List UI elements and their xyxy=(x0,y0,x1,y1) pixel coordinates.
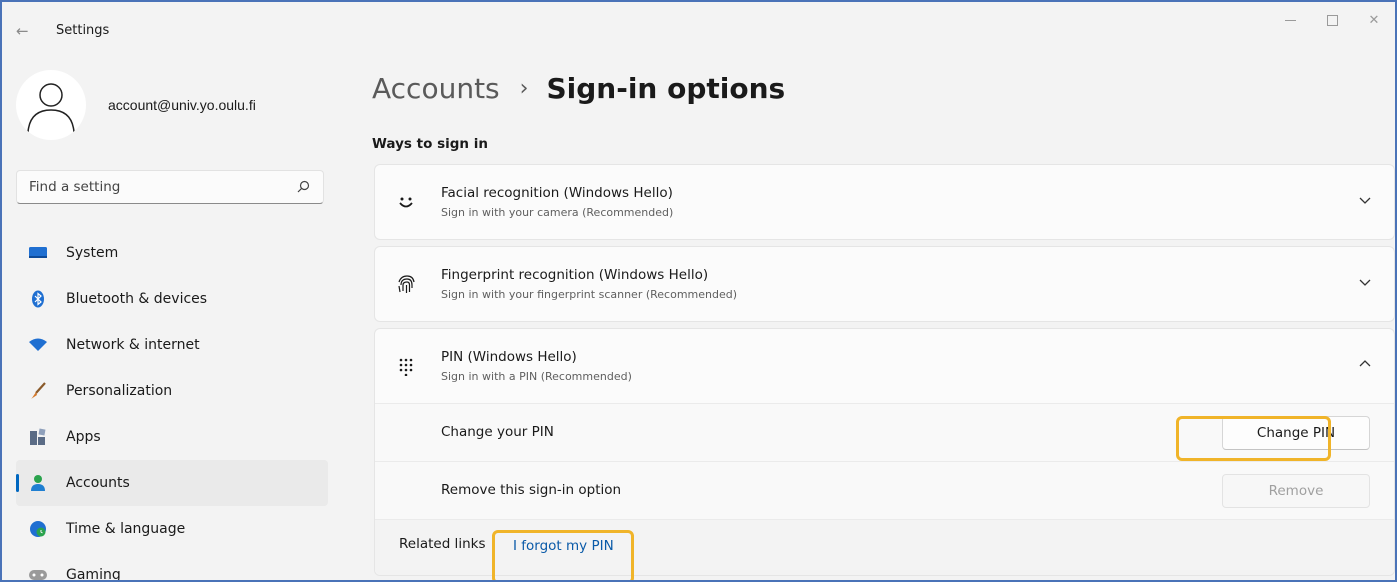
change-pin-row: Change your PIN Change PIN xyxy=(375,403,1394,461)
remove-pin-row: Remove this sign-in option Remove xyxy=(375,461,1394,519)
bluetooth-icon xyxy=(28,289,48,309)
facial-recognition-row[interactable]: Facial recognition (Windows Hello) Sign … xyxy=(375,165,1394,239)
change-pin-label: Change your PIN xyxy=(441,424,554,440)
section-title: Ways to sign in xyxy=(372,136,488,152)
minimize-icon xyxy=(1284,19,1296,21)
brush-icon xyxy=(28,381,48,401)
back-arrow-icon[interactable]: ← xyxy=(16,22,29,40)
sidebar-item-label: Accounts xyxy=(66,475,130,491)
facial-recognition-card[interactable]: Facial recognition (Windows Hello) Sign … xyxy=(374,164,1395,240)
sidebar: account@univ.yo.oulu.fi System Bluetooth… xyxy=(2,60,342,582)
sidebar-item-bluetooth[interactable]: Bluetooth & devices xyxy=(16,276,328,322)
sidebar-item-label: Gaming xyxy=(66,567,121,582)
title-bar: ← Settings ✕ xyxy=(2,2,1395,60)
sidebar-nav: System Bluetooth & devices Network & int… xyxy=(16,230,328,582)
search-input[interactable] xyxy=(17,171,287,203)
user-icon xyxy=(27,83,75,133)
option-title: Fingerprint recognition (Windows Hello) xyxy=(441,267,709,283)
option-subtitle: Sign in with your camera (Recommended) xyxy=(441,206,674,219)
option-subtitle: Sign in with a PIN (Recommended) xyxy=(441,370,632,383)
chevron-up-icon[interactable] xyxy=(1358,357,1372,371)
pin-card: PIN (Windows Hello) Sign in with a PIN (… xyxy=(374,328,1395,576)
breadcrumb-parent[interactable]: Accounts xyxy=(372,72,500,105)
close-button[interactable]: ✕ xyxy=(1353,10,1395,30)
sidebar-item-label: Network & internet xyxy=(66,337,200,353)
sidebar-item-system[interactable]: System xyxy=(16,230,328,276)
active-indicator xyxy=(16,474,19,492)
system-icon xyxy=(28,243,48,263)
option-subtitle: Sign in with your fingerprint scanner (R… xyxy=(441,288,738,301)
sidebar-item-label: Apps xyxy=(66,429,101,445)
window-controls: ✕ xyxy=(1269,10,1395,30)
maximize-icon xyxy=(1326,14,1338,26)
remove-button[interactable]: Remove xyxy=(1222,474,1370,508)
sidebar-item-personalization[interactable]: Personalization xyxy=(16,368,328,414)
sidebar-item-label: System xyxy=(66,245,119,261)
account-email: account@univ.yo.oulu.fi xyxy=(108,97,256,113)
main-content: Accounts › Sign-in options Ways to sign … xyxy=(372,60,1395,580)
remove-pin-label: Remove this sign-in option xyxy=(441,482,622,498)
page-title: Sign-in options xyxy=(546,72,786,105)
keypad-icon xyxy=(393,353,419,379)
accounts-icon xyxy=(28,473,48,493)
maximize-button[interactable] xyxy=(1311,10,1353,30)
option-title: PIN (Windows Hello) xyxy=(441,349,577,365)
sidebar-item-network[interactable]: Network & internet xyxy=(16,322,328,368)
sidebar-item-gaming[interactable]: Gaming xyxy=(16,552,328,582)
sidebar-item-label: Time & language xyxy=(66,521,186,537)
avatar xyxy=(16,70,86,140)
sidebar-item-label: Bluetooth & devices xyxy=(66,291,208,307)
fingerprint-recognition-card[interactable]: Fingerprint recognition (Windows Hello) … xyxy=(374,246,1395,322)
chevron-down-icon[interactable] xyxy=(1358,275,1372,289)
window-title: Settings xyxy=(56,23,110,38)
sidebar-item-time-language[interactable]: Time & language xyxy=(16,506,328,552)
change-pin-button[interactable]: Change PIN xyxy=(1222,416,1370,450)
sidebar-item-label: Personalization xyxy=(66,383,173,399)
option-title: Facial recognition (Windows Hello) xyxy=(441,185,673,201)
close-icon: ✕ xyxy=(1368,12,1380,28)
wifi-icon xyxy=(28,335,48,355)
fingerprint-icon xyxy=(393,271,419,297)
apps-icon xyxy=(28,427,48,447)
related-links-row: Related links I forgot my PIN xyxy=(375,519,1394,575)
chevron-down-icon[interactable] xyxy=(1358,193,1372,207)
forgot-pin-link[interactable]: I forgot my PIN xyxy=(513,538,614,554)
settings-window: ← Settings ✕ account@univ.yo.oulu.fi Fin… xyxy=(0,0,1397,582)
breadcrumb: Accounts › Sign-in options xyxy=(372,72,785,105)
minimize-button[interactable] xyxy=(1269,10,1311,30)
smiley-face-icon xyxy=(393,189,419,215)
search-icon[interactable] xyxy=(295,179,311,195)
fingerprint-recognition-row[interactable]: Fingerprint recognition (Windows Hello) … xyxy=(375,247,1394,321)
globe-clock-icon xyxy=(28,519,48,539)
search-box[interactable] xyxy=(16,170,324,204)
sidebar-item-accounts[interactable]: Accounts xyxy=(16,460,328,506)
sidebar-item-apps[interactable]: Apps xyxy=(16,414,328,460)
related-links-label: Related links xyxy=(399,536,486,552)
pin-row[interactable]: PIN (Windows Hello) Sign in with a PIN (… xyxy=(375,329,1394,403)
profile-card[interactable]: account@univ.yo.oulu.fi xyxy=(16,70,336,142)
gamepad-icon xyxy=(28,565,48,580)
breadcrumb-separator: › xyxy=(519,76,529,101)
